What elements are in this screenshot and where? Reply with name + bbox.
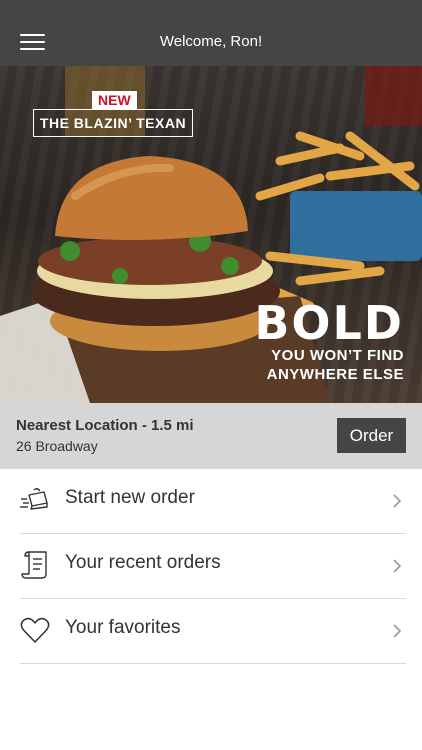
- chevron-right-icon: [393, 624, 402, 638]
- menu-item-label: Your favorites: [65, 617, 181, 638]
- product-name: THE BLAZIN’ TEXAN: [33, 109, 193, 137]
- menu-item-favorites[interactable]: Your favorites: [20, 599, 406, 664]
- promo-tagline-line1: YOU WON’T FIND: [271, 347, 404, 364]
- promo-tagline-line2: ANYWHERE ELSE: [266, 366, 404, 383]
- promo-headline: BOLD: [254, 296, 404, 350]
- chevron-right-icon: [393, 559, 402, 573]
- location-title: Nearest Location - 1.5 mi: [16, 417, 194, 434]
- top-bar: Welcome, Ron!: [0, 0, 422, 66]
- promo-banner[interactable]: NEW THE BLAZIN’ TEXAN BOLD YOU WON’T FIN…: [0, 66, 422, 403]
- new-badge: NEW: [92, 91, 137, 109]
- menu-item-label: Start new order: [65, 487, 195, 508]
- delivery-icon: [20, 488, 48, 510]
- menu-item-start-new-order[interactable]: Start new order: [20, 469, 406, 534]
- nearest-location-panel[interactable]: Nearest Location - 1.5 mi 26 Broadway Or…: [0, 403, 422, 469]
- menu-item-label: Your recent orders: [65, 552, 221, 573]
- heart-icon: [20, 617, 50, 643]
- chevron-right-icon: [393, 494, 402, 508]
- order-button[interactable]: Order: [337, 418, 406, 453]
- menu-item-recent-orders[interactable]: Your recent orders: [20, 534, 406, 599]
- location-address: 26 Broadway: [16, 438, 98, 454]
- page-title: Welcome, Ron!: [159, 33, 263, 50]
- receipt-icon: [21, 551, 47, 579]
